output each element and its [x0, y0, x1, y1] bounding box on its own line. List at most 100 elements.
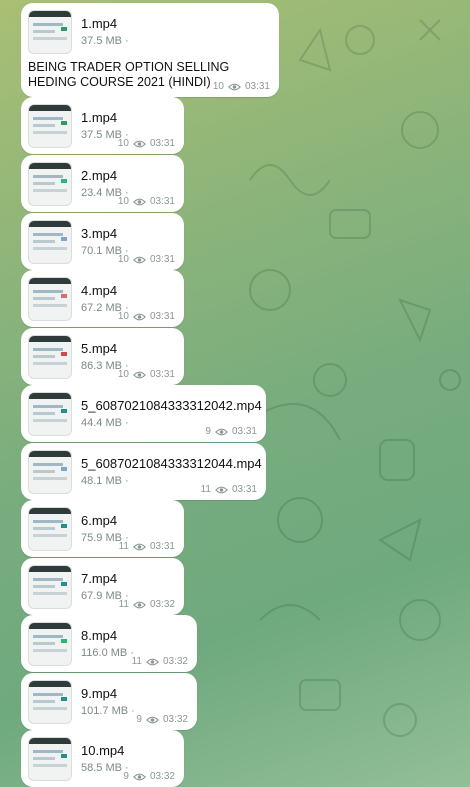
- message-bubble[interactable]: 1.mp4 37.5 MB · 10 03:31: [21, 97, 184, 154]
- file-name[interactable]: 5_6087021084333312042.mp4: [81, 398, 262, 413]
- message-bubble[interactable]: 9.mp4 101.7 MB · 9 03:32: [21, 673, 197, 730]
- message-meta: 11 03:32: [119, 599, 175, 610]
- video-thumbnail[interactable]: [28, 680, 72, 724]
- message-time: 03:31: [149, 311, 175, 322]
- message-meta: 11 03:32: [132, 656, 188, 667]
- video-thumbnail[interactable]: [28, 277, 72, 321]
- separator: ·: [125, 475, 129, 487]
- file-size: 116.0 MB: [81, 647, 128, 659]
- message-meta: 10 03:31: [213, 81, 270, 92]
- message-meta: 10 03:31: [118, 254, 175, 265]
- eye-icon: [133, 140, 146, 147]
- video-thumbnail[interactable]: [28, 622, 72, 666]
- view-count: 9: [205, 426, 211, 437]
- file-name[interactable]: 2.mp4: [81, 168, 117, 183]
- view-count: 11: [118, 599, 129, 610]
- message-time: 03:31: [149, 196, 175, 207]
- file-size: 44.4 MB: [81, 417, 122, 429]
- message-bubble[interactable]: 4.mp4 67.2 MB · 10 03:31: [21, 270, 184, 327]
- video-thumbnail[interactable]: [28, 507, 72, 551]
- file-size: 70.1 MB: [81, 245, 122, 257]
- message-meta: 11 03:31: [119, 541, 175, 552]
- file-size: 67.2 MB: [81, 302, 122, 314]
- message-bubble[interactable]: 5_6087021084333312044.mp4 48.1 MB · 11 03:3…: [21, 443, 266, 500]
- video-thumbnail[interactable]: [28, 220, 72, 264]
- file-name[interactable]: 4.mp4: [81, 283, 117, 298]
- file-name[interactable]: 1.mp4: [81, 110, 117, 125]
- message-bubble[interactable]: 5_6087021084333312042.mp4 44.4 MB · 9 03:31: [21, 385, 266, 442]
- message-bubble[interactable]: 10.mp4 58.5 MB · 9 03:32: [21, 730, 184, 787]
- eye-icon: [215, 428, 228, 435]
- eye-icon: [133, 371, 146, 378]
- file-name[interactable]: 3.mp4: [81, 226, 117, 241]
- file-size: 67.9 MB: [81, 590, 122, 602]
- view-count: 10: [212, 81, 224, 92]
- file-size: 75.9 MB: [81, 532, 122, 544]
- video-thumbnail[interactable]: [28, 104, 72, 148]
- message-time: 03:31: [244, 81, 270, 92]
- file-size-line: 44.4 MB ·: [81, 417, 129, 429]
- view-count: 10: [117, 369, 129, 380]
- file-name[interactable]: 8.mp4: [81, 628, 117, 643]
- view-count: 9: [136, 714, 142, 725]
- message-time: 03:32: [162, 656, 188, 667]
- file-size: 37.5 MB: [81, 129, 122, 141]
- message-bubble[interactable]: 2.mp4 23.4 MB · 10 03:31: [21, 155, 184, 212]
- file-size-line: 37.5 MB ·: [81, 35, 129, 47]
- view-count: 10: [117, 138, 129, 149]
- eye-icon: [133, 601, 146, 608]
- video-thumbnail[interactable]: [28, 10, 72, 54]
- video-thumbnail[interactable]: [28, 565, 72, 609]
- message-time: 03:31: [149, 138, 175, 149]
- message-meta: 10 03:31: [118, 369, 175, 380]
- file-size-line: 58.5 MB ·: [81, 762, 129, 774]
- message-time: 03:31: [231, 484, 257, 495]
- view-count: 9: [123, 771, 129, 782]
- message-time: 03:31: [149, 541, 175, 552]
- eye-icon: [133, 256, 146, 263]
- message-bubble[interactable]: 6.mp4 75.9 MB · 11 03:31: [21, 500, 184, 557]
- eye-icon: [146, 716, 159, 723]
- view-count: 10: [117, 254, 129, 265]
- eye-icon: [215, 486, 228, 493]
- file-name[interactable]: 7.mp4: [81, 571, 117, 586]
- message-meta: 9 03:31: [205, 426, 257, 437]
- view-count: 11: [200, 484, 211, 495]
- video-thumbnail[interactable]: [28, 335, 72, 379]
- file-size: 101.7 MB: [81, 705, 129, 717]
- video-thumbnail[interactable]: [28, 737, 72, 781]
- eye-icon: [133, 773, 146, 780]
- view-count: 10: [117, 196, 129, 207]
- file-size: 37.5 MB: [81, 35, 122, 47]
- eye-icon: [133, 543, 146, 550]
- eye-icon: [228, 83, 241, 90]
- message-time: 03:31: [149, 369, 175, 380]
- view-count: 11: [131, 656, 142, 667]
- file-name[interactable]: 5.mp4: [81, 341, 117, 356]
- file-name[interactable]: 1.mp4: [81, 16, 117, 31]
- separator: ·: [125, 417, 129, 429]
- file-name[interactable]: 10.mp4: [81, 743, 124, 758]
- separator: ·: [125, 35, 129, 47]
- eye-icon: [133, 198, 146, 205]
- view-count: 11: [118, 541, 129, 552]
- message-meta: 9 03:32: [136, 714, 188, 725]
- message-feed[interactable]: 1.mp4 37.5 MB · BEING TRADER OPTION SELLIN…: [0, 0, 470, 787]
- video-thumbnail[interactable]: [28, 162, 72, 206]
- message-bubble[interactable]: 5.mp4 86.3 MB · 10 03:31: [21, 328, 184, 385]
- file-size-line: 116.0 MB ·: [81, 647, 134, 659]
- video-thumbnail[interactable]: [28, 392, 72, 436]
- file-name[interactable]: 6.mp4: [81, 513, 117, 528]
- file-name[interactable]: 9.mp4: [81, 686, 117, 701]
- message-meta: 10 03:31: [118, 311, 175, 322]
- video-thumbnail[interactable]: [28, 450, 72, 494]
- message-bubble[interactable]: 8.mp4 116.0 MB · 11 03:32: [21, 615, 197, 672]
- message-time: 03:31: [231, 426, 257, 437]
- view-count: 10: [117, 311, 129, 322]
- message-time: 03:32: [149, 599, 175, 610]
- message-bubble[interactable]: 7.mp4 67.9 MB · 11 03:32: [21, 558, 184, 615]
- file-size: 58.5 MB: [81, 762, 122, 774]
- file-name[interactable]: 5_6087021084333312044.mp4: [81, 456, 262, 471]
- message-bubble[interactable]: 3.mp4 70.1 MB · 10 03:31: [21, 213, 184, 270]
- message-bubble[interactable]: 1.mp4 37.5 MB · BEING TRADER OPTION SELLIN…: [21, 3, 279, 97]
